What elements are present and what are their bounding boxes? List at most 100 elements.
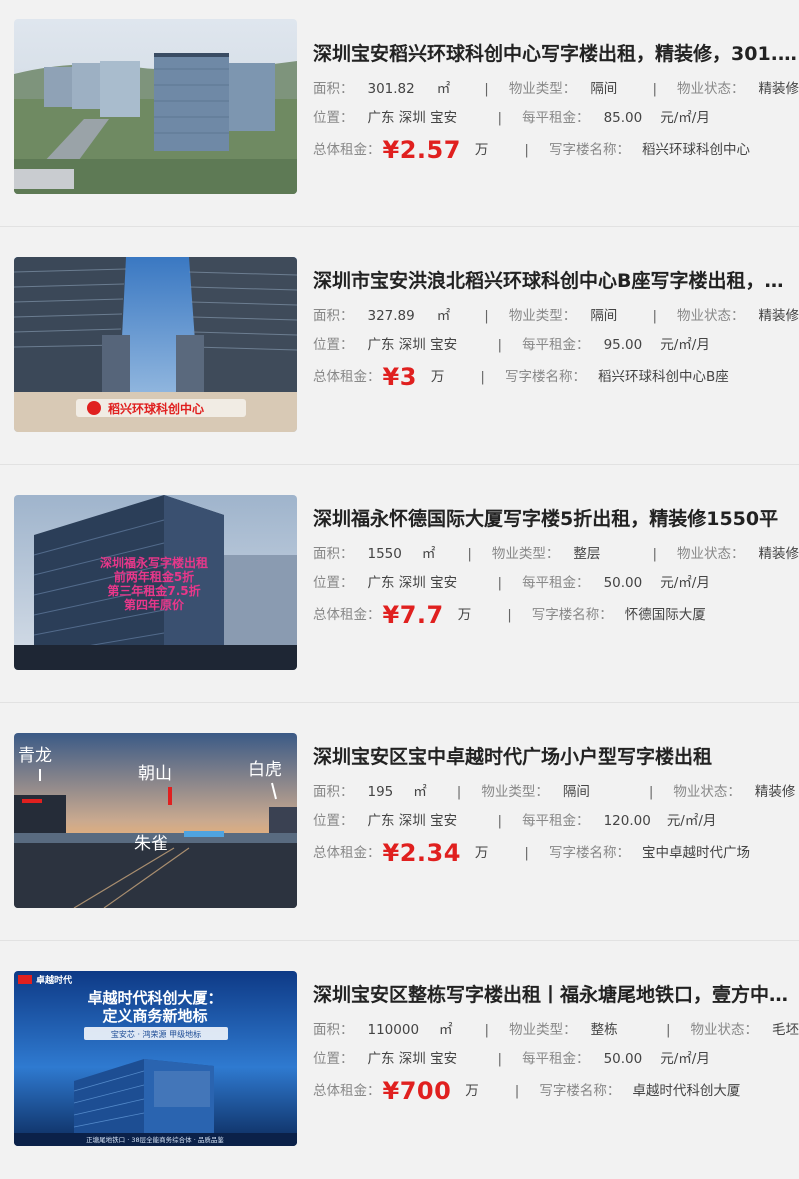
- image-caption: 宝安芯 · 鸿荣源 甲级地标: [111, 1029, 201, 1039]
- area-label: 面积：: [313, 306, 354, 326]
- separator: |: [498, 811, 503, 831]
- location-label: 位置：: [313, 811, 354, 831]
- wan-unit: 万: [465, 1081, 479, 1101]
- rent-unit: 元/㎡/月: [660, 108, 710, 128]
- listing-item[interactable]: 青龙 朝山 白虎 朱雀 深圳宝安区宝中卓越时代广场小户型写字楼出租 面积： 19…: [0, 703, 799, 941]
- specs-row: 面积： 327.89 ㎡ | 物业类型： 隔间 | 物业状态： 精装修: [313, 301, 799, 330]
- specs-row: 面积： 301.82 ㎡ | 物业类型： 隔间 | 物业状态： 精装修: [313, 74, 799, 103]
- location-row: 位置： 广东 深圳 宝安 | 每平租金： 85.00 元/㎡/月: [313, 103, 799, 132]
- building-name-value: 宝中卓越时代广场: [642, 843, 750, 863]
- location-value: 广东 深圳 宝安: [368, 573, 476, 593]
- rent-value: 50.00: [604, 573, 643, 593]
- listing-title[interactable]: 深圳市宝安洪浪北稻兴环球科创中心B座写字楼出租，精装修: [313, 267, 797, 295]
- separator: |: [498, 335, 503, 355]
- area-label: 面积：: [313, 79, 354, 99]
- separator: |: [484, 306, 489, 326]
- building-name-label: 写字楼名称：: [549, 140, 630, 160]
- image-caption: 第四年原价: [124, 597, 185, 612]
- rent-label: 每平租金：: [522, 573, 590, 593]
- towers-upward-photo: 稻兴环球科创中心: [14, 257, 297, 432]
- listing-thumbnail[interactable]: 卓越时代 卓越时代科创大厦： 定义商务新地标 宝安芯 · 鸿荣源 甲级地标 正塘…: [14, 971, 297, 1146]
- listing-thumbnail[interactable]: 稻兴环球科创中心: [14, 257, 297, 432]
- specs-row: 面积： 1550 ㎡ | 物业类型： 整层 | 物业状态： 精装修: [313, 539, 799, 568]
- area-label: 面积：: [313, 782, 354, 802]
- listing-title[interactable]: 深圳宝安区宝中卓越时代广场小户型写字楼出租: [313, 743, 797, 771]
- property-type-label: 物业类型：: [509, 1020, 577, 1040]
- location-value: 广东 深圳 宝安: [368, 335, 476, 355]
- listing-item[interactable]: 卓越时代 卓越时代科创大厦： 定义商务新地标 宝安芯 · 鸿荣源 甲级地标 正塘…: [0, 941, 799, 1179]
- separator: |: [485, 1020, 490, 1040]
- property-status-value: 精装修: [759, 306, 799, 326]
- total-rent-price: ¥2.34: [383, 843, 461, 863]
- specs-row: 面积： 110000 ㎡ | 物业类型： 整栋 | 物业状态： 毛坯: [313, 1015, 799, 1044]
- listing-thumbnail[interactable]: 深圳福永写字楼出租 前两年租金5折 第三年租金7.5折 第四年原价: [14, 495, 297, 670]
- listing-thumbnail[interactable]: [14, 19, 297, 194]
- property-status-value: 精装修: [759, 544, 799, 564]
- total-rent-label: 总体租金：: [313, 1081, 381, 1101]
- listing-list: 深圳宝安稻兴环球科创中心写字楼出租，精装修，301.82平 面积： 301.82…: [0, 0, 799, 1179]
- separator: |: [524, 140, 529, 160]
- area-unit: ㎡: [439, 1020, 453, 1040]
- listing-thumbnail[interactable]: 青龙 朝山 白虎 朱雀: [14, 733, 297, 908]
- office-tower-promo-photo: 深圳福永写字楼出租 前两年租金5折 第三年租金7.5折 第四年原价: [14, 495, 297, 670]
- rent-value: 95.00: [604, 335, 643, 355]
- separator: |: [666, 1020, 671, 1040]
- specs-row: 面积： 195 ㎡ | 物业类型： 隔间 | 物业状态： 精装修: [313, 777, 799, 806]
- total-rent-label: 总体租金：: [313, 843, 381, 863]
- listing-title[interactable]: 深圳宝安区整栋写字楼出租丨福永塘尾地铁口，壹方中心旁: [313, 981, 797, 1009]
- location-value: 广东 深圳 宝安: [368, 811, 476, 831]
- property-status-label: 物业状态：: [677, 544, 745, 564]
- property-type-label: 物业类型：: [492, 544, 560, 564]
- location-row: 位置： 广东 深圳 宝安 | 每平租金： 120.00 元/㎡/月: [313, 806, 799, 835]
- image-caption: 青龙: [18, 746, 52, 766]
- listing-item[interactable]: 深圳福永写字楼出租 前两年租金5折 第三年租金7.5折 第四年原价 深圳福永怀德…: [0, 465, 799, 703]
- building-name-label: 写字楼名称：: [549, 843, 630, 863]
- listing-item[interactable]: 深圳宝安稻兴环球科创中心写字楼出租，精装修，301.82平 面积： 301.82…: [0, 0, 799, 227]
- area-value: 1550: [368, 544, 402, 564]
- total-rent-label: 总体租金：: [313, 605, 381, 625]
- location-row: 位置： 广东 深圳 宝安 | 每平租金： 50.00 元/㎡/月: [313, 568, 799, 597]
- rent-unit: 元/㎡/月: [660, 573, 710, 593]
- location-label: 位置：: [313, 108, 354, 128]
- location-row: 位置： 广东 深圳 宝安 | 每平租金： 50.00 元/㎡/月: [313, 1044, 799, 1073]
- location-label: 位置：: [313, 335, 354, 355]
- location-label: 位置：: [313, 1049, 354, 1069]
- area-value: 110000: [368, 1020, 420, 1040]
- image-caption: 前两年租金5折: [114, 569, 194, 584]
- listing-info: 深圳市宝安洪浪北稻兴环球科创中心B座写字楼出租，精装修 面积： 327.89 ㎡…: [313, 267, 799, 395]
- property-type-value: 隔间: [590, 79, 632, 99]
- rent-label: 每平租金：: [522, 335, 590, 355]
- rent-value: 120.00: [604, 811, 651, 831]
- property-status-value: 精装修: [759, 79, 799, 99]
- price-row: 总体租金： ¥700 万 | 写字楼名称： 卓越时代科创大厦: [313, 1073, 799, 1109]
- listing-info: 深圳宝安区宝中卓越时代广场小户型写字楼出租 面积： 195 ㎡ | 物业类型： …: [313, 743, 799, 871]
- building-name-value: 稻兴环球科创中心B座: [598, 367, 729, 387]
- building-name-value: 怀德国际大厦: [625, 605, 706, 625]
- property-type-value: 整栋: [591, 1020, 646, 1040]
- property-type-label: 物业类型：: [509, 306, 577, 326]
- listing-title[interactable]: 深圳福永怀德国际大厦写字楼5折出租，精装修1550平: [313, 505, 797, 533]
- separator: |: [467, 544, 472, 564]
- listing-info: 深圳宝安区整栋写字楼出租丨福永塘尾地铁口，壹方中心旁 面积： 110000 ㎡ …: [313, 981, 799, 1109]
- property-type-label: 物业类型：: [481, 782, 549, 802]
- separator: |: [649, 782, 654, 802]
- total-rent-price: ¥7.7: [383, 605, 444, 625]
- separator: |: [652, 544, 657, 564]
- image-caption: 第三年租金7.5折: [107, 583, 200, 598]
- total-rent-price: ¥2.57: [383, 140, 461, 160]
- separator: |: [498, 573, 503, 593]
- separator: |: [484, 79, 489, 99]
- area-label: 面积：: [313, 544, 354, 564]
- rent-value: 50.00: [604, 1049, 643, 1069]
- image-caption: 定义商务新地标: [102, 1007, 207, 1025]
- listing-title[interactable]: 深圳宝安稻兴环球科创中心写字楼出租，精装修，301.82平: [313, 40, 797, 68]
- building-name-label: 写字楼名称：: [532, 605, 613, 625]
- wan-unit: 万: [475, 843, 489, 863]
- listing-item[interactable]: 稻兴环球科创中心 深圳市宝安洪浪北稻兴环球科创中心B座写字楼出租，精装修 面积：…: [0, 227, 799, 465]
- total-rent-label: 总体租金：: [313, 367, 381, 387]
- separator: |: [652, 306, 657, 326]
- building-name-label: 写字楼名称：: [505, 367, 586, 387]
- rent-label: 每平租金：: [522, 1049, 590, 1069]
- location-value: 广东 深圳 宝安: [368, 1049, 476, 1069]
- area-label: 面积：: [313, 1020, 354, 1040]
